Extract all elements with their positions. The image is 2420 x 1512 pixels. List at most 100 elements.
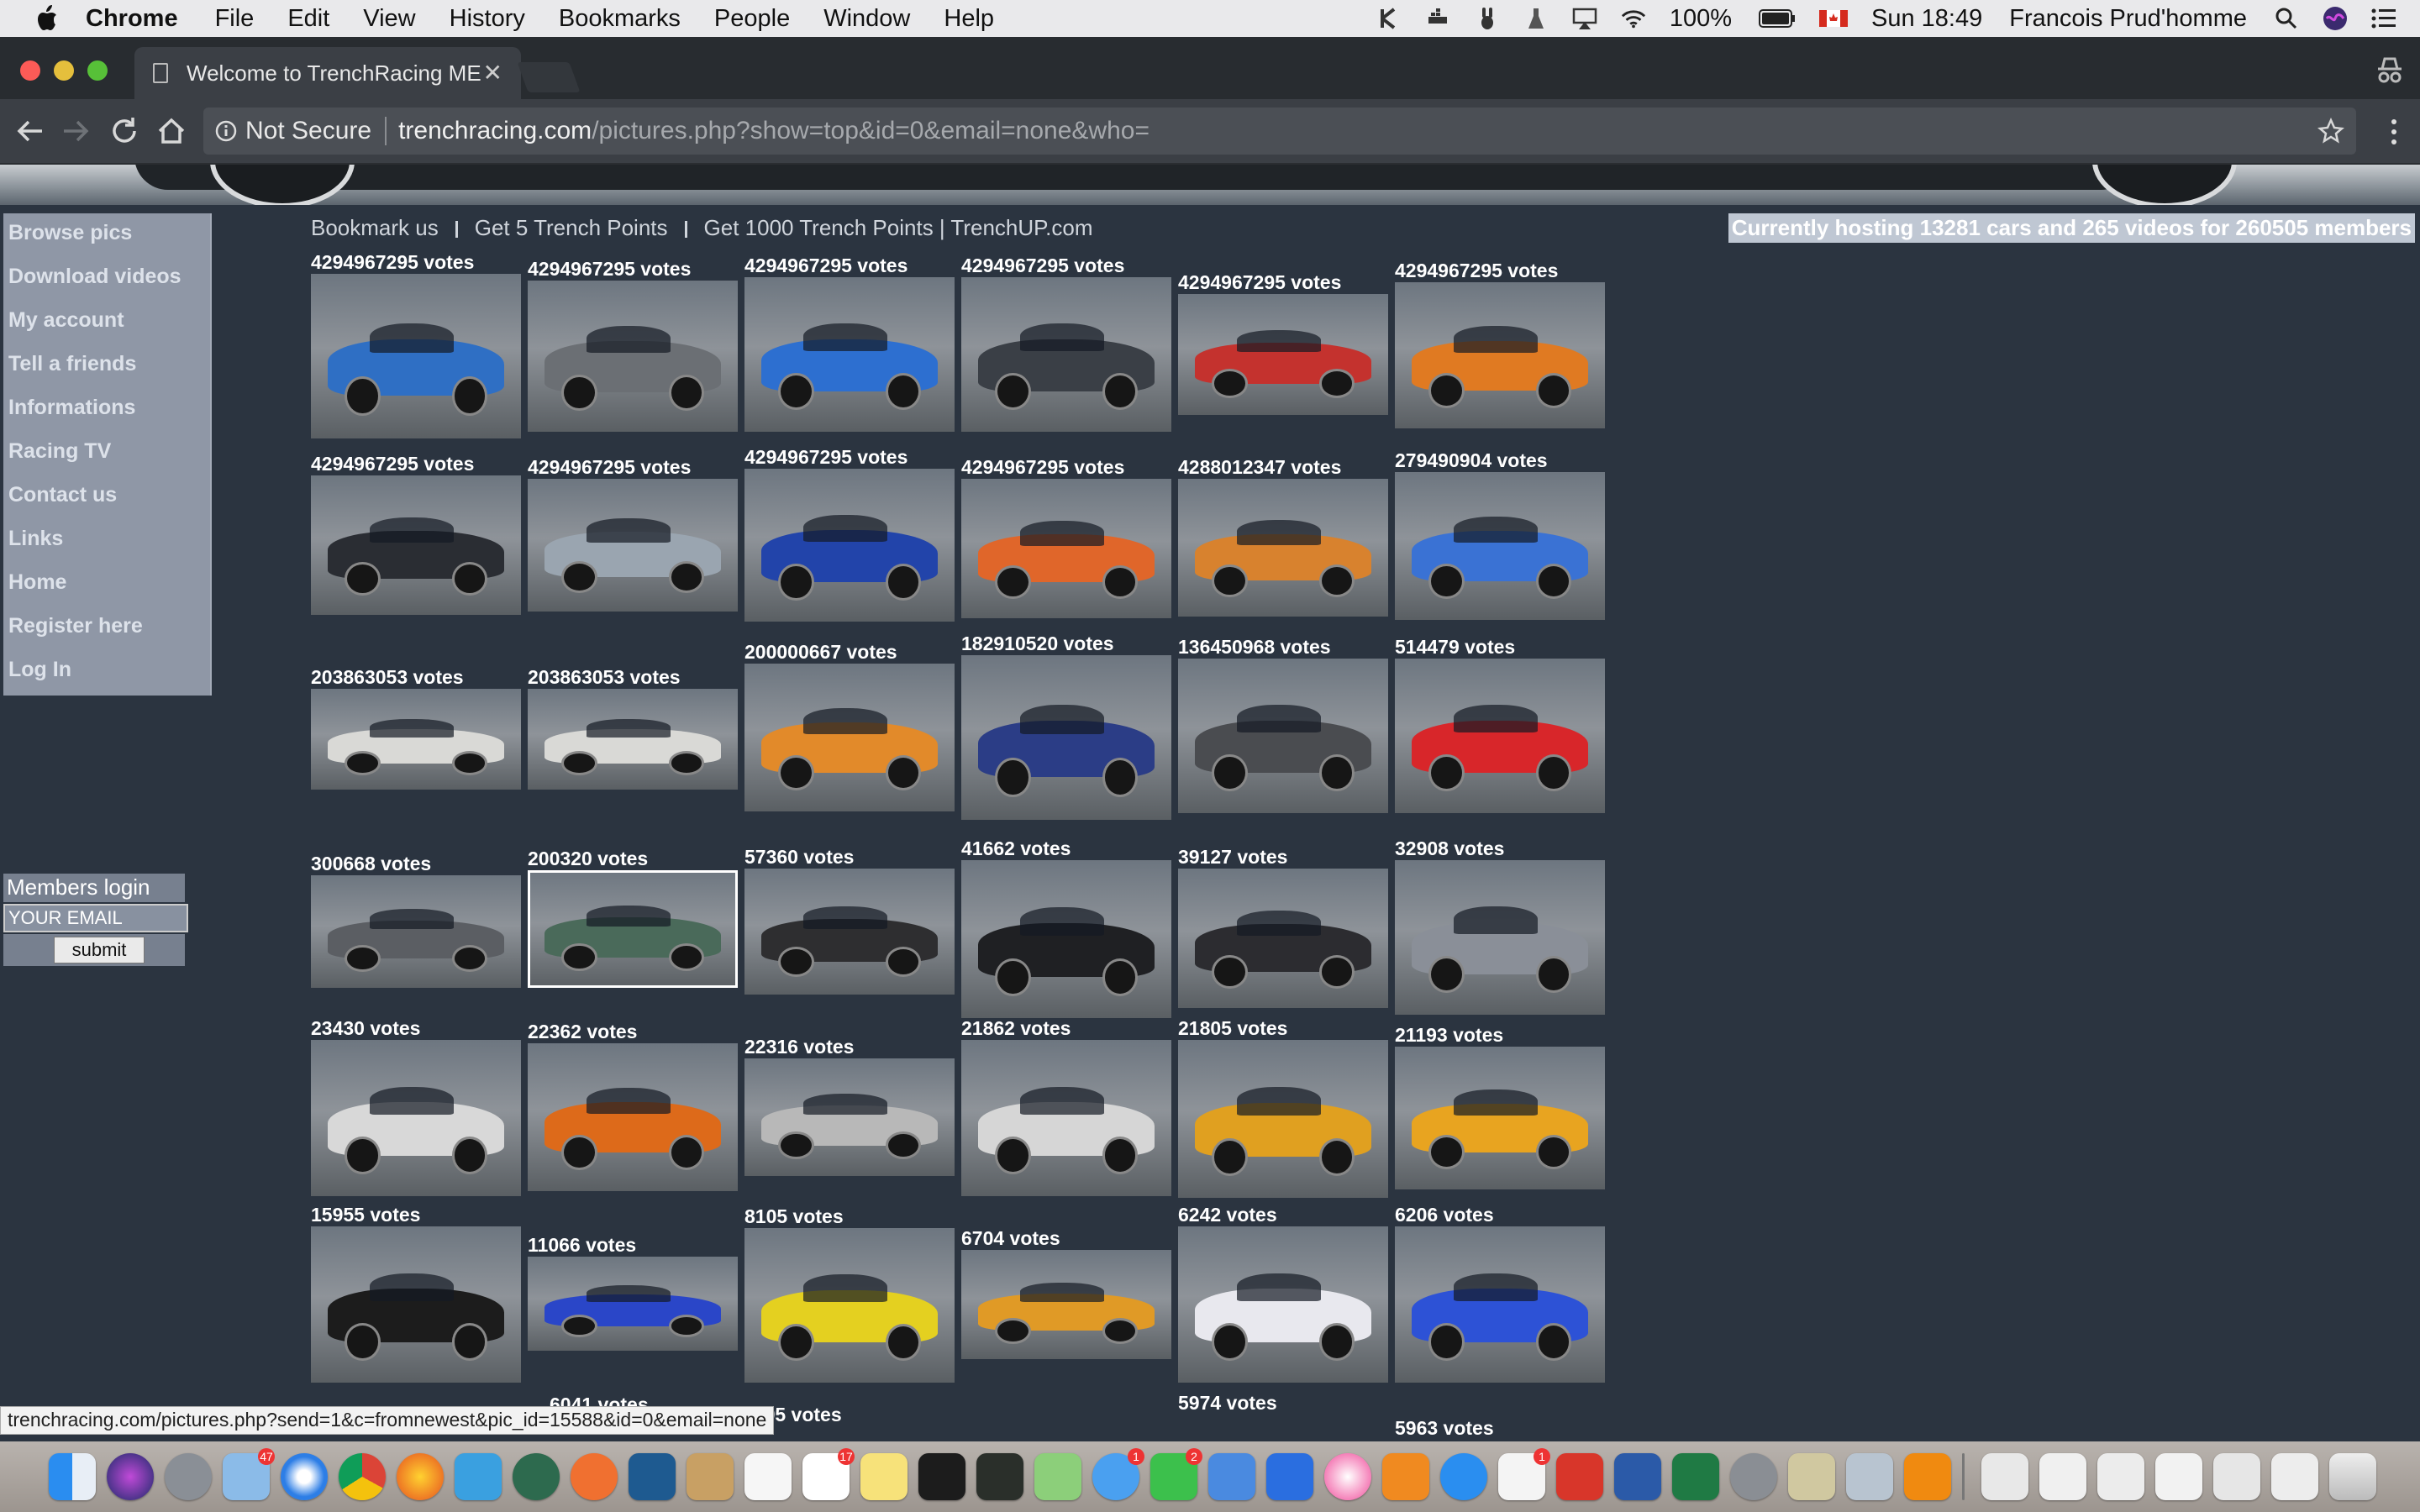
menu-people[interactable]: People <box>714 5 790 33</box>
picture-cell[interactable]: 21193 votes <box>1395 1023 1605 1189</box>
car-thumbnail[interactable] <box>744 869 955 995</box>
car-thumbnail[interactable] <box>744 469 955 622</box>
system-preferences-icon[interactable] <box>1730 1453 1777 1500</box>
picture-cell[interactable]: 15955 votes <box>311 1203 521 1383</box>
finder-icon[interactable] <box>49 1453 96 1500</box>
sidebar-item-tell-a-friend[interactable]: Tell a friends <box>3 344 210 388</box>
reload-icon[interactable] <box>108 114 141 148</box>
picture-cell[interactable]: 136450968 votes <box>1178 635 1388 813</box>
car-thumbnail[interactable] <box>528 1257 738 1351</box>
picture-cell-partial[interactable]: 5995 votes <box>743 1403 953 1426</box>
picture-cell[interactable]: 514479 votes <box>1395 635 1605 813</box>
sidebar-item-register[interactable]: Register here <box>3 606 210 650</box>
minimized-window-5[interactable] <box>2213 1453 2260 1500</box>
picture-cell[interactable]: 4294967295 votes <box>311 250 521 438</box>
browser-tab-active[interactable]: Welcome to TrenchRacing MEMBERS ✕ <box>134 47 521 99</box>
picture-cell[interactable]: 21805 votes <box>1178 1016 1388 1198</box>
airplay-icon[interactable] <box>1572 6 1597 31</box>
menu-window[interactable]: Window <box>823 5 910 33</box>
picture-cell[interactable]: 279490904 votes <box>1395 449 1605 620</box>
sidebar-item-contact-us[interactable]: Contact us <box>3 475 210 519</box>
itunes-icon[interactable] <box>1324 1453 1371 1500</box>
car-thumbnail[interactable] <box>744 664 955 811</box>
picture-cell[interactable]: 4294967295 votes <box>528 455 738 612</box>
submit-button[interactable]: submit <box>54 937 145 963</box>
picture-cell[interactable]: 21862 votes <box>961 1016 1171 1196</box>
sidebar-item-log-in[interactable]: Log In <box>3 650 210 694</box>
picture-cell[interactable]: 6242 votes <box>1178 1203 1388 1383</box>
picture-cell[interactable]: 39127 votes <box>1178 845 1388 1008</box>
picture-cell[interactable]: 22316 votes <box>744 1035 955 1176</box>
picture-cell[interactable]: 200000667 votes <box>744 640 955 811</box>
back-arrow-icon[interactable] <box>13 114 47 148</box>
picture-cell[interactable]: 6206 votes <box>1395 1203 1605 1383</box>
siri-dock-icon[interactable] <box>107 1453 154 1500</box>
mail-icon[interactable]: 47 <box>223 1448 275 1500</box>
close-window-button[interactable] <box>20 60 40 81</box>
car-thumbnail[interactable] <box>1178 294 1388 415</box>
minimized-window-2[interactable] <box>2039 1453 2086 1500</box>
car-thumbnail[interactable] <box>528 870 738 988</box>
car-thumbnail[interactable] <box>528 1043 738 1191</box>
user-name[interactable]: Francois Prud'homme <box>2009 5 2247 33</box>
picture-cell[interactable]: 4294967295 votes <box>744 445 955 622</box>
calendar-icon[interactable] <box>744 1453 792 1500</box>
security-label[interactable]: Not Secure <box>245 117 371 145</box>
bookmark-star-icon[interactable] <box>2317 118 2344 144</box>
car-thumbnail[interactable] <box>311 274 521 438</box>
docker-icon[interactable] <box>1426 6 1451 31</box>
car-thumbnail[interactable] <box>744 277 955 432</box>
sidebar-item-links[interactable]: Links <box>3 519 210 563</box>
car-thumbnail[interactable] <box>528 281 738 432</box>
apple-logo-icon[interactable] <box>34 4 59 33</box>
notes-icon[interactable] <box>860 1453 908 1500</box>
picture-cell[interactable]: 41662 votes <box>961 837 1171 1018</box>
minimized-window-1[interactable] <box>1981 1453 2028 1500</box>
picture-cell[interactable]: 200320 votes <box>528 847 738 988</box>
address-bar[interactable]: Not Secure trenchracing.com/pictures.php… <box>203 108 2356 155</box>
car-thumbnail[interactable] <box>961 655 1171 820</box>
picture-cell[interactable]: 4294967295 votes <box>1395 259 1605 428</box>
ibooks-icon[interactable] <box>1382 1453 1429 1500</box>
keynote-icon[interactable] <box>1208 1453 1255 1500</box>
car-thumbnail[interactable] <box>311 875 521 988</box>
siri-icon[interactable] <box>2323 6 2348 31</box>
spotlight-search-icon[interactable] <box>2274 6 2299 31</box>
car-thumbnail[interactable] <box>311 1226 521 1383</box>
kaspersky-icon[interactable] <box>1377 6 1402 31</box>
car-thumbnail[interactable] <box>1395 659 1605 813</box>
lab-flask-icon[interactable] <box>1788 1453 1835 1500</box>
picture-cell[interactable]: 11066 votes <box>528 1233 738 1351</box>
slack-icon[interactable]: 1 <box>1498 1448 1550 1500</box>
minimize-window-button[interactable] <box>54 60 74 81</box>
battery-icon[interactable] <box>1759 6 1796 31</box>
picture-cell[interactable]: 4294967295 votes <box>744 254 955 432</box>
picture-cell[interactable]: 57360 votes <box>744 845 955 995</box>
picture-cell[interactable]: 4294967295 votes <box>961 455 1171 618</box>
maps-icon[interactable] <box>1034 1453 1081 1500</box>
docker-dock-icon[interactable] <box>455 1453 502 1500</box>
word-icon[interactable] <box>1614 1453 1661 1500</box>
menu-edit[interactable]: Edit <box>287 5 329 33</box>
car-thumbnail[interactable] <box>1178 1226 1388 1383</box>
car-thumbnail[interactable] <box>528 479 738 612</box>
tab-close-icon[interactable]: ✕ <box>483 59 502 87</box>
new-tab-button[interactable] <box>517 62 581 92</box>
car-thumbnail[interactable] <box>1395 472 1605 620</box>
safari-icon[interactable] <box>281 1453 328 1500</box>
car-thumbnail[interactable] <box>961 479 1171 618</box>
notification-center-icon[interactable] <box>2371 6 2396 31</box>
car-thumbnail[interactable] <box>311 1040 521 1196</box>
sidebar-item-informations[interactable]: Informations <box>3 388 210 432</box>
car-thumbnail[interactable] <box>311 689 521 790</box>
picture-cell[interactable]: 4294967295 votes <box>1178 270 1388 415</box>
car-thumbnail[interactable] <box>744 1058 955 1176</box>
picture-cell[interactable]: 4294967295 votes <box>528 257 738 432</box>
picture-cell[interactable]: 32908 votes <box>1395 837 1605 1015</box>
car-thumbnail[interactable] <box>1178 659 1388 813</box>
menu-help[interactable]: Help <box>944 5 994 33</box>
picture-cell[interactable]: 203863053 votes <box>528 665 738 790</box>
trash-icon[interactable] <box>2329 1453 2376 1500</box>
chrome-menu-icon[interactable] <box>2390 118 2398 146</box>
reminders-icon[interactable]: 17 <box>802 1448 855 1500</box>
